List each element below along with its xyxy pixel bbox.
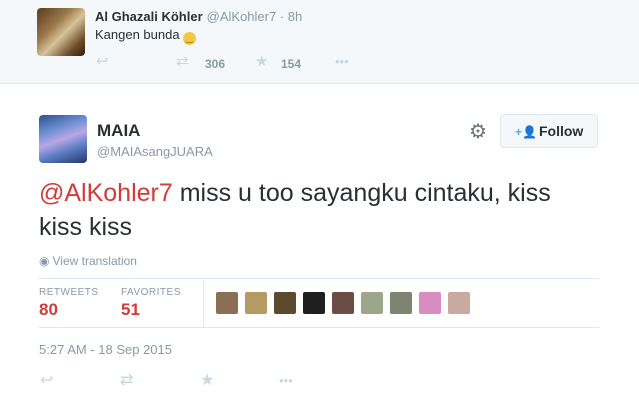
retweets-label: RETWEETS bbox=[39, 287, 99, 298]
follow-button[interactable]: +👤 Follow bbox=[500, 114, 598, 148]
favorites-count: 51 bbox=[121, 300, 140, 319]
favoriter-avatar[interactable] bbox=[448, 292, 470, 314]
reply-icon[interactable]: ↩ bbox=[96, 54, 109, 70]
retweet-icon[interactable]: ⇄ bbox=[120, 372, 133, 390]
favoriter-avatar[interactable] bbox=[419, 292, 441, 314]
star-icon[interactable]: ★ bbox=[255, 54, 268, 70]
retweets-stat[interactable]: RETWEETS 80 bbox=[39, 287, 99, 320]
parent-favorite-count: 154 bbox=[281, 57, 302, 71]
parent-avatar[interactable] bbox=[37, 8, 85, 56]
favoriter-avatar[interactable] bbox=[303, 292, 325, 314]
gear-icon[interactable]: ⚙ bbox=[467, 121, 489, 143]
tweet-text: @AlKohler7 miss u too sayangku cintaku, … bbox=[39, 176, 599, 244]
author-avatar[interactable] bbox=[39, 115, 87, 163]
tweet-timestamp[interactable]: 5:27 AM - 18 Sep 2015 bbox=[39, 342, 172, 357]
retweet-icon[interactable]: ⇄ bbox=[176, 54, 189, 70]
sweat-smile-emoji: ‿ bbox=[182, 32, 196, 45]
star-icon[interactable]: ★ bbox=[200, 372, 214, 390]
parent-tweet-header: Al Ghazali Köhler @AlKohler7 · 8h bbox=[95, 9, 302, 24]
parent-author-name[interactable]: Al Ghazali Köhler bbox=[95, 9, 203, 24]
stats-divider bbox=[203, 279, 204, 327]
more-icon[interactable]: ••• bbox=[279, 372, 293, 390]
author-name[interactable]: MAIA bbox=[97, 121, 140, 141]
favoriter-avatar[interactable] bbox=[361, 292, 383, 314]
mention-link[interactable]: @AlKohler7 bbox=[39, 179, 173, 207]
reply-icon[interactable]: ↩ bbox=[40, 372, 53, 390]
retweets-count: 80 bbox=[39, 300, 58, 319]
parent-tweet-text: Kangen bunda ‿ bbox=[95, 27, 196, 45]
parent-tweet-text-content: Kangen bunda bbox=[95, 27, 180, 42]
follow-label: Follow bbox=[539, 123, 584, 139]
favoriter-avatar[interactable] bbox=[274, 292, 296, 314]
parent-tweet-time[interactable]: · 8h bbox=[280, 9, 302, 24]
parent-tweet[interactable]: Al Ghazali Köhler @AlKohler7 · 8h Kangen … bbox=[0, 0, 639, 84]
tweet-stats: RETWEETS 80 FAVORITES 51 bbox=[39, 278, 599, 328]
favorites-stat[interactable]: FAVORITES 51 bbox=[121, 287, 181, 320]
favoriter-avatar[interactable] bbox=[245, 292, 267, 314]
favoriter-avatar[interactable] bbox=[390, 292, 412, 314]
view-translation-label: View translation bbox=[52, 254, 137, 268]
more-icon[interactable]: ••• bbox=[335, 54, 349, 70]
parent-retweet-count: 306 bbox=[205, 57, 226, 71]
follow-user-icon: +👤 bbox=[515, 125, 537, 139]
globe-icon: ◉ bbox=[39, 254, 50, 268]
favoriter-avatar[interactable] bbox=[216, 292, 238, 314]
favorites-label: FAVORITES bbox=[121, 287, 181, 298]
author-handle[interactable]: @MAIAsangJUARA bbox=[97, 144, 213, 159]
view-translation-link[interactable]: ◉ View translation bbox=[39, 254, 137, 268]
parent-author-handle[interactable]: @AlKohler7 bbox=[207, 9, 277, 24]
favoriter-avatar[interactable] bbox=[332, 292, 354, 314]
